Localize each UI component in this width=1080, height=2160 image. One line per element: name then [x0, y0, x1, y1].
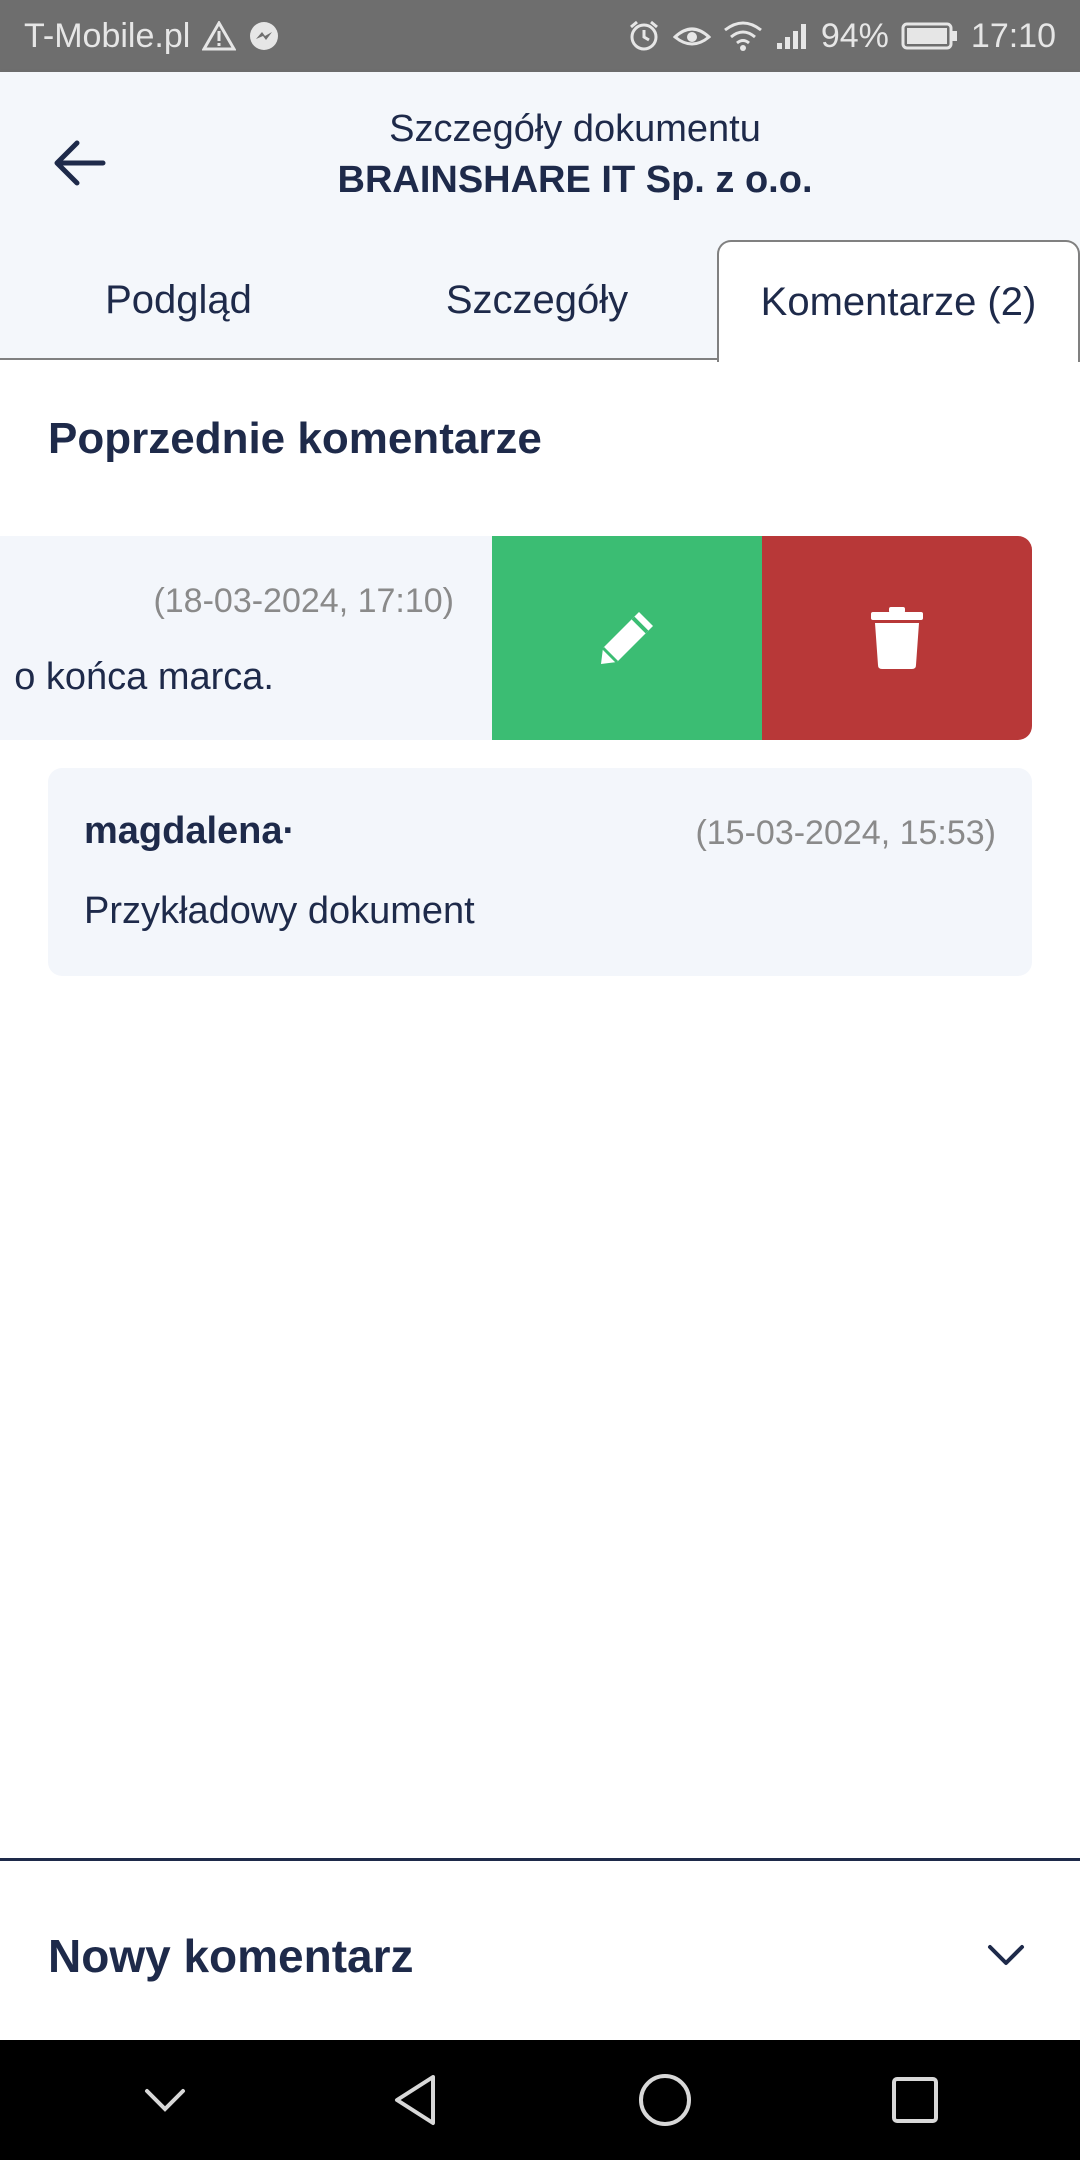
- expand-button[interactable]: [976, 1931, 1036, 1981]
- new-comment-label: Nowy komentarz: [48, 1930, 414, 1982]
- nav-back-button[interactable]: [370, 2055, 460, 2145]
- battery-percent: 94%: [820, 16, 889, 55]
- comment-card[interactable]: magdalena· (15-03-2024, 15:53) Przykłado…: [48, 768, 1032, 976]
- status-bar: T-Mobile.pl 94% 17:10: [0, 0, 1080, 72]
- nav-collapse-button[interactable]: [120, 2055, 210, 2145]
- nav-home-button[interactable]: [620, 2055, 710, 2145]
- eye-comfort-icon: [672, 21, 711, 51]
- nav-recents-button[interactable]: [870, 2055, 960, 2145]
- new-comment-panel[interactable]: Nowy komentarz: [0, 1858, 1080, 2040]
- app-header: Szczegóły dokumentu BRAINSHARE IT Sp. z …: [0, 72, 1080, 240]
- system-nav-bar: [0, 2040, 1080, 2160]
- comment-date: (15-03-2024, 15:53): [695, 814, 996, 852]
- comment-text: Przykładowy dokument: [84, 890, 475, 932]
- triangle-back-icon: [395, 2075, 435, 2125]
- comment-swipe-row[interactable]: (18-03-2024, 17:10) o końca marca.: [0, 536, 1032, 740]
- status-bar-right: 94% 17:10: [627, 17, 1056, 56]
- warning-icon: [202, 21, 237, 51]
- comment-text: o końca marca.: [14, 656, 274, 698]
- comment-date: (18-03-2024, 17:10): [153, 582, 454, 620]
- clock: 17:10: [970, 16, 1056, 55]
- delete-comment-button[interactable]: [762, 536, 1032, 740]
- battery-icon: [901, 21, 959, 51]
- signal-icon: [775, 21, 809, 51]
- alarm-icon: [627, 19, 661, 53]
- edit-comment-button[interactable]: [492, 536, 762, 740]
- circle-home-icon: [639, 2074, 691, 2126]
- tab-preview[interactable]: Podgląd: [0, 240, 357, 360]
- wifi-icon: [723, 20, 763, 52]
- carrier-label: T-Mobile.pl: [24, 16, 191, 55]
- pencil-icon: [601, 612, 653, 664]
- tab-comments[interactable]: Komentarze (2): [717, 240, 1080, 362]
- header-title: Szczegóły dokumentu: [389, 108, 761, 150]
- messenger-icon: [248, 20, 280, 52]
- comment-author: magdalena·: [84, 810, 296, 852]
- comment-card[interactable]: (18-03-2024, 17:10) o końca marca.: [0, 536, 492, 740]
- square-recents-icon: [892, 2077, 938, 2123]
- trash-icon: [871, 607, 923, 669]
- tab-details[interactable]: Szczegóły: [357, 240, 717, 360]
- page-title: Szczegóły dokumentu BRAINSHARE IT Sp. z …: [0, 108, 1080, 202]
- status-bar-left: T-Mobile.pl: [24, 17, 280, 56]
- section-title: Poprzednie komentarze: [48, 414, 542, 463]
- header-subtitle: BRAINSHARE IT Sp. z o.o.: [337, 159, 813, 201]
- chevron-down-icon: [145, 2089, 185, 2112]
- tab-bar: Podgląd Szczegóły Komentarze (2): [0, 240, 1080, 362]
- chevron-down-icon: [988, 1945, 1024, 1965]
